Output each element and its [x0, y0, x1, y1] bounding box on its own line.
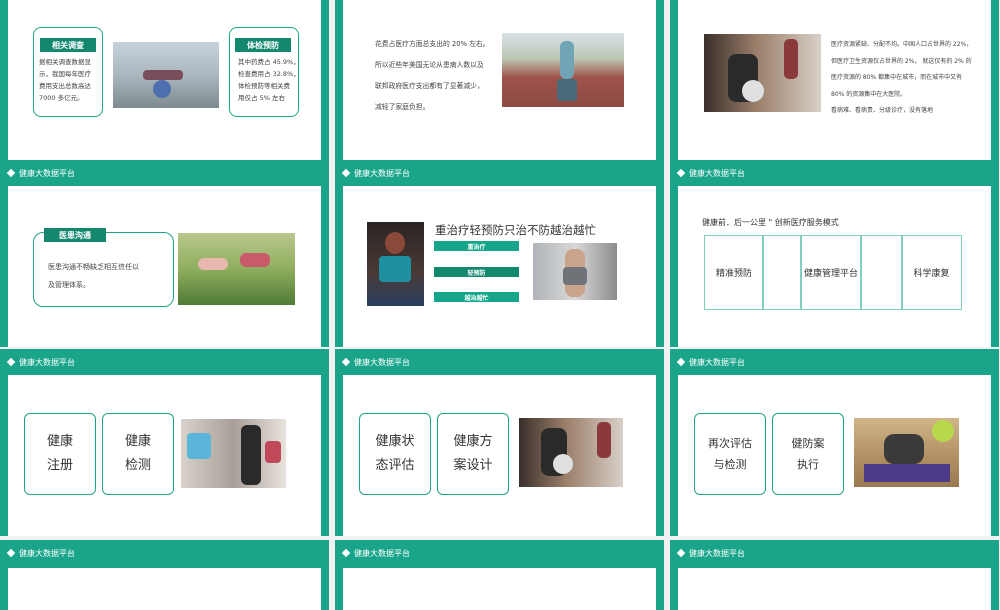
- slide-1-content: 相关调查 据相关调查数据显 示，我国每年医疗 费用支出总数高达 7000 多亿元。 …: [8, 0, 321, 178]
- health-register-box: 健康 注册: [24, 413, 96, 495]
- diamond-icon: [6, 357, 16, 367]
- us-spending-text: 花费占医疗方面总支出的 20% 左右。 所以近些年美国无论从患病人数以及 联邦政府…: [375, 40, 490, 111]
- plan-execution-box: 健防案 执行: [772, 413, 844, 495]
- health-plan-box: 健康方 案设计: [437, 413, 509, 495]
- yoga-mat-photo: [854, 418, 959, 487]
- slide-header: 健康大数据平台: [676, 351, 745, 373]
- slide-2-content: 花费占医疗方面总支出的 20% 左右。 所以近些年美国无论从患病人数以及 联邦政府…: [343, 0, 656, 178]
- doctor-patient-text: 医患沟通不畅缺乏相互信任以 及管理体系。: [48, 263, 139, 289]
- boxing-woman-photo: [367, 222, 424, 306]
- diamond-icon: [341, 357, 351, 367]
- diamond-icon: [6, 168, 16, 178]
- health-assessment-box: 健康状 态评估: [359, 413, 431, 495]
- survey-text: 据相关调查数据显 示，我国每年医疗 费用支出总数高达 7000 多亿元。: [39, 58, 91, 102]
- diamond-icon: [341, 548, 351, 558]
- slide-5-title: 重治疗轻预防只治不防越治越忙: [435, 223, 596, 237]
- slide-6-title: 健康前．后一公里 " 创新医疗服务模式: [702, 218, 839, 227]
- slide-header: 健康大数据平台: [676, 542, 745, 564]
- checkup-tag: 体检预防: [235, 38, 291, 52]
- diamond-icon: [6, 548, 16, 558]
- spacer-cell-2: [860, 235, 903, 310]
- slide-header: 健康大数据平台: [341, 351, 410, 373]
- slide-3-content: 医疗资源紧缺、分配不均。中国人口占世界的 22%， 但医疗卫生资源仅占世界的 2%…: [678, 0, 991, 178]
- slide-2[interactable]: 花费占医疗方面总支出的 20% 左右。 所以近些年美国无论从患病人数以及 联邦政府…: [335, 0, 664, 187]
- checkup-text: 其中药费占 45.9%， 检查费用占 32.8%， 体检预防等相关费 用仅占 5% …: [238, 58, 300, 102]
- gym-squat-photo: [519, 418, 623, 487]
- bar-prevention: 轻预防: [434, 267, 519, 277]
- slide-6[interactable]: 健康大数据平台 健康前．后一公里 " 创新医疗服务模式 精准预防 健康管理平台 …: [670, 160, 999, 347]
- slide-9-content: 再次评估 与检测 健防案 执行: [678, 375, 991, 536]
- slide-5[interactable]: 健康大数据平台 重治疗轻预防只治不防越治越忙 重治疗 轻预防 越治越忙: [335, 160, 664, 347]
- slide-header: 健康大数据平台: [676, 162, 745, 184]
- diamond-icon: [676, 548, 686, 558]
- survey-tag: 相关调查: [40, 38, 96, 52]
- health-check-box: 健康 检测: [102, 413, 174, 495]
- back-stretch-photo: [533, 243, 617, 300]
- slide-8-content: 健康状 态评估 健康方 案设计: [343, 375, 656, 536]
- fitness-group-photo: [704, 34, 821, 112]
- rehab-cell: 科学康复: [901, 235, 962, 310]
- yoga-lawn-photo: [178, 233, 295, 305]
- slide-8[interactable]: 健康大数据平台 健康状 态评估 健康方 案设计: [335, 349, 664, 536]
- runner-track-photo: [502, 33, 624, 107]
- slide-6-content: 健康前．后一公里 " 创新医疗服务模式 精准预防 健康管理平台 科学康复: [678, 186, 991, 347]
- slide-1[interactable]: 相关调查 据相关调查数据显 示，我国每年医疗 费用支出总数高达 7000 多亿元。 …: [0, 0, 329, 187]
- slide-header: 健康大数据平台: [6, 162, 75, 184]
- diamond-icon: [676, 357, 686, 367]
- slide-9[interactable]: 健康大数据平台 再次评估 与检测 健防案 执行: [670, 349, 999, 536]
- slide-header: 健康大数据平台: [6, 351, 75, 373]
- spacer-cell-1: [762, 235, 802, 310]
- slide-header: 健康大数据平台: [341, 542, 410, 564]
- bar-treatment: 重治疗: [434, 241, 519, 251]
- slide-4[interactable]: 健康大数据平台 医患沟通 医患沟通不畅缺乏相互信任以 及管理体系。: [0, 160, 329, 347]
- slide-10-content: [8, 568, 321, 610]
- women-sportswear-photo: [181, 419, 286, 488]
- slide-header: 健康大数据平台: [341, 162, 410, 184]
- slide-12-content: [678, 568, 991, 610]
- slide-4-content: 医患沟通 医患沟通不畅缺乏相互信任以 及管理体系。: [8, 186, 321, 347]
- slide-3[interactable]: 医疗资源紧缺、分配不均。中国人口占世界的 22%， 但医疗卫生资源仅占世界的 2%…: [670, 0, 999, 187]
- yoga-bridge-photo: [113, 42, 219, 108]
- slide-7[interactable]: 健康大数据平台 健康 注册 健康 检测: [0, 349, 329, 536]
- precision-prevention-cell: 精准预防: [704, 235, 764, 310]
- bar-busy: 越治越忙: [434, 292, 519, 302]
- slide-5-content: 重治疗轻预防只治不防越治越忙 重治疗 轻预防 越治越忙: [343, 186, 656, 347]
- diamond-icon: [676, 168, 686, 178]
- re-evaluate-box: 再次评估 与检测: [694, 413, 766, 495]
- slide-11-content: [343, 568, 656, 610]
- health-platform-cell: 健康管理平台: [800, 235, 862, 310]
- diamond-icon: [341, 168, 351, 178]
- slide-header: 健康大数据平台: [6, 542, 75, 564]
- resource-text: 医疗资源紧缺、分配不均。中国人口占世界的 22%， 但医疗卫生资源仅占世界的 2%…: [831, 41, 973, 114]
- doctor-patient-tag: 医患沟通: [44, 228, 106, 242]
- slide-7-content: 健康 注册 健康 检测: [8, 375, 321, 536]
